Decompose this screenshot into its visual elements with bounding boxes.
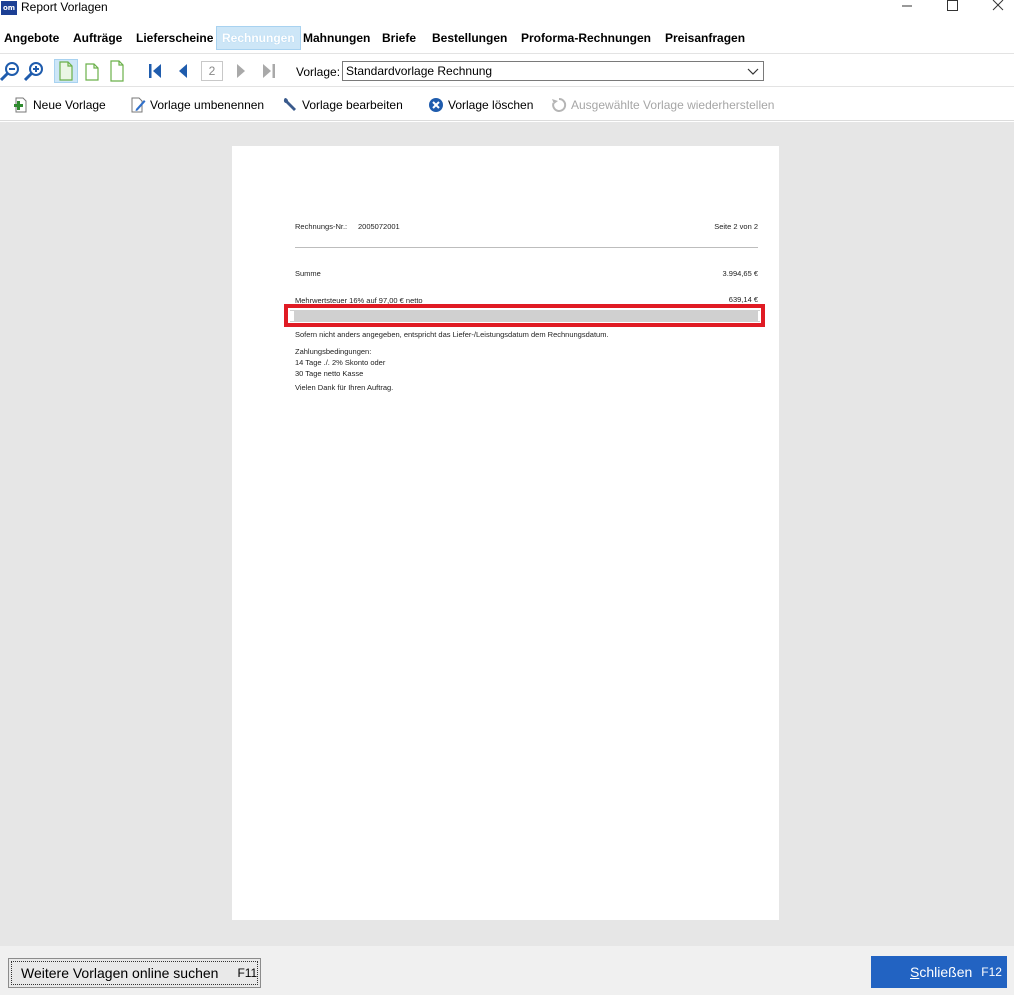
edit-template-button[interactable]: Vorlage bearbeiten (282, 97, 403, 113)
maximize-icon (946, 0, 958, 12)
new-template-label: Neue Vorlage (33, 98, 106, 112)
rename-template-label: Vorlage umbenennen (150, 98, 264, 112)
chevron-down-icon (747, 65, 759, 77)
sum-value: 3.994,65 € (723, 269, 758, 278)
maximize-button[interactable] (929, 0, 975, 26)
tab-proforma-rechnungen[interactable]: Proforma-Rechnungen (516, 26, 656, 50)
vorlage-label: Vorlage: (296, 65, 340, 79)
search-templates-online-label: Weitere Vorlagen online suchen (21, 965, 218, 981)
tab-lieferscheine[interactable]: Lieferscheine (131, 26, 218, 50)
delete-template-button[interactable]: Vorlage löschen (428, 97, 533, 113)
thank-you-note: Vielen Dank für Ihren Auftrag. (295, 383, 393, 392)
zoom-out-button[interactable] (0, 59, 22, 83)
wrench-icon (282, 97, 298, 113)
tab-auftraege[interactable]: Aufträge (68, 26, 127, 50)
vorlage-selected-value: Standardvorlage Rechnung (346, 64, 492, 78)
last-page-icon (261, 63, 277, 79)
add-page-icon (13, 97, 29, 113)
page-count: Seite 2 von 2 (714, 222, 758, 231)
template-category-tabs: Angebote Aufträge Lieferscheine Rechnung… (0, 26, 1014, 54)
red-highlight-frame (284, 304, 765, 327)
close-button-label: Schließen (910, 964, 972, 980)
restore-template-label: Ausgewählte Vorlage wiederherstellen (571, 98, 774, 112)
vorlage-dropdown[interactable]: Standardvorlage Rechnung (342, 61, 764, 81)
sum-label: Summe (295, 269, 321, 278)
zoom-out-icon (0, 60, 21, 82)
payment-terms-title: Zahlungsbedingungen: (295, 347, 371, 356)
report-preview-area: Rechnungs-Nr.: 2005072001 Seite 2 von 2 … (0, 122, 1014, 946)
zoom-in-button[interactable] (22, 59, 46, 83)
rename-page-icon (130, 97, 146, 113)
page-icon (109, 60, 125, 82)
single-page-view-button[interactable] (54, 59, 78, 83)
tab-bestellungen[interactable]: Bestellungen (427, 26, 512, 50)
tab-briefe[interactable]: Briefe (377, 26, 421, 50)
preview-toolbar: 2 Vorlage: Standardvorlage Rechnung (0, 55, 1014, 87)
restore-template-button[interactable]: Ausgewählte Vorlage wiederherstellen (551, 97, 774, 113)
page-number-field[interactable]: 2 (201, 61, 223, 81)
first-page-button[interactable] (143, 59, 167, 83)
app-logo-icon: om (1, 1, 17, 15)
header-divider (295, 247, 758, 248)
new-template-button[interactable]: Neue Vorlage (13, 97, 106, 113)
rename-template-button[interactable]: Vorlage umbenennen (130, 97, 264, 113)
next-page-icon (233, 63, 249, 79)
close-window-button[interactable] (975, 0, 1014, 26)
minimize-button[interactable] (884, 0, 930, 26)
page-icon (84, 61, 100, 81)
window-title: Report Vorlagen (21, 0, 108, 15)
search-templates-online-shortcut: F11 (237, 966, 257, 980)
full-page-view-button[interactable] (105, 59, 129, 83)
zoom-in-icon (23, 60, 45, 82)
payment-terms-line-2: 30 Tage netto Kasse (295, 369, 363, 378)
tab-preisanfragen[interactable]: Preisanfragen (660, 26, 750, 50)
delete-template-label: Vorlage löschen (448, 98, 533, 112)
delivery-date-note: Sofern nicht anders angegeben, entsprich… (295, 330, 609, 339)
payment-terms-line-1: 14 Tage ./. 2% Skonto oder (295, 358, 385, 367)
previous-page-button[interactable] (171, 59, 195, 83)
delete-circle-icon (428, 97, 444, 113)
invoice-number-label: Rechnungs-Nr.: (295, 222, 347, 231)
invoice-number: 2005072001 (358, 222, 400, 231)
close-button[interactable]: Schließen F12 (871, 956, 1007, 988)
close-icon (992, 0, 1004, 12)
search-templates-online-button[interactable]: Weitere Vorlagen online suchen F11 (8, 958, 261, 988)
tab-angebote[interactable]: Angebote (0, 26, 64, 50)
edit-template-label: Vorlage bearbeiten (302, 98, 403, 112)
restore-icon (551, 97, 567, 113)
close-button-shortcut: F12 (981, 965, 1002, 979)
preview-page: Rechnungs-Nr.: 2005072001 Seite 2 von 2 … (232, 146, 779, 920)
title-bar: om Report Vorlagen (0, 0, 1014, 26)
dialog-footer: Weitere Vorlagen online suchen F11 Schli… (0, 946, 1014, 995)
page-icon (58, 61, 74, 81)
template-actions-bar: Neue Vorlage Vorlage umbenennen Vorlage … (0, 88, 1014, 121)
vat-value: 639,14 € (729, 295, 758, 304)
page-width-view-button[interactable] (80, 59, 104, 83)
next-page-button[interactable] (229, 59, 253, 83)
first-page-icon (147, 63, 163, 79)
tab-mahnungen[interactable]: Mahnungen (298, 26, 375, 50)
previous-page-icon (175, 63, 191, 79)
tab-rechnungen[interactable]: Rechnungen (216, 26, 301, 50)
last-page-button[interactable] (257, 59, 281, 83)
minimize-icon (901, 0, 913, 12)
